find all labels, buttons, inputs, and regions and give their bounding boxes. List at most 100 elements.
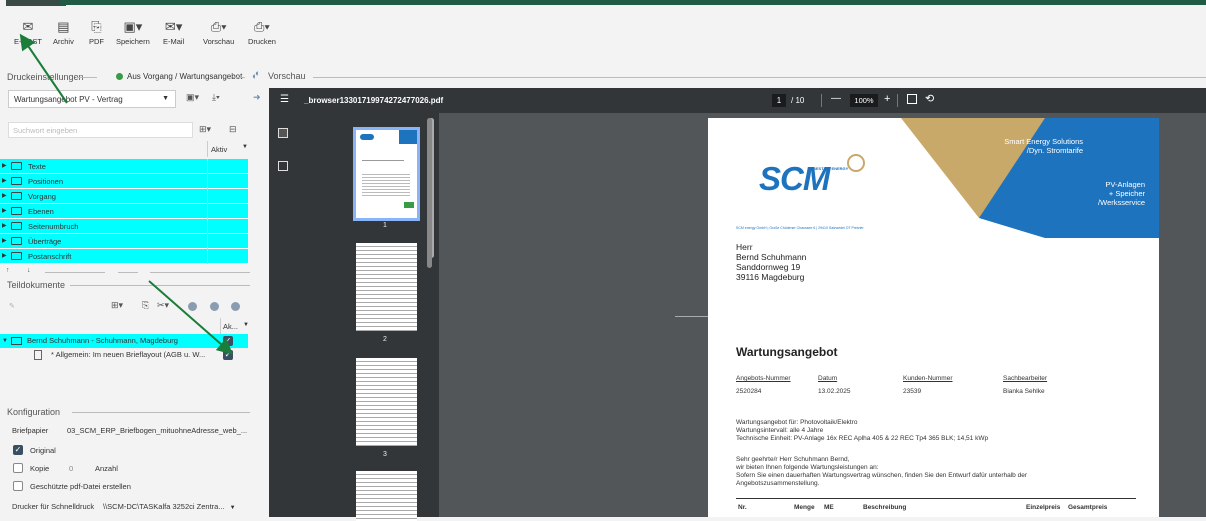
- speichern-button[interactable]: ▣▾ Speichern: [116, 20, 150, 47]
- tree-item[interactable]: ▶ Überträge: [0, 234, 248, 249]
- thumbnail-number: 2: [383, 336, 387, 343]
- tree-item[interactable]: ▶ Ebenen: [0, 204, 248, 219]
- table-rule: [736, 498, 1136, 499]
- body-line: wir bieten Ihnen folgende Wartungsleistu…: [736, 464, 879, 471]
- divider: [76, 77, 97, 78]
- thumbnail-number: 3: [383, 451, 387, 458]
- thumbnail-page-2[interactable]: [356, 243, 417, 331]
- rotate-icon[interactable]: ⟲: [925, 92, 934, 105]
- filter-icon[interactable]: ⊞▾: [199, 124, 211, 135]
- kopie-checkbox[interactable]: [13, 463, 23, 473]
- zoom-in-icon[interactable]: +: [884, 93, 890, 105]
- original-checkbox[interactable]: ✓: [13, 445, 23, 455]
- expand-arrow-icon[interactable]: ▶: [2, 174, 7, 189]
- aktiv-column-header[interactable]: Aktiv: [207, 141, 240, 157]
- document-icon[interactable]: ⎘: [142, 300, 149, 311]
- meta-value: 2520284: [736, 388, 762, 395]
- teil-row[interactable]: * Allgemein: Im neuen Brieflayout (AGB u…: [0, 348, 248, 362]
- tree-item[interactable]: ▶ Texte: [0, 159, 248, 174]
- divider: [72, 412, 250, 413]
- kopie-count-input[interactable]: 0: [69, 464, 73, 473]
- column-menu-icon[interactable]: ▼: [243, 322, 249, 328]
- filter-icon[interactable]: ⊞▾: [111, 300, 123, 311]
- menu-icon[interactable]: ☰: [280, 94, 289, 105]
- expand-arrow-icon[interactable]: ▶: [2, 204, 7, 219]
- aktiv-cell: [207, 189, 208, 204]
- expand-arrow-icon[interactable]: ▶: [2, 159, 7, 174]
- tools-icon[interactable]: ✂▾: [157, 300, 169, 311]
- expand-arrow-icon[interactable]: ▼: [2, 334, 8, 348]
- arrow-right-icon[interactable]: ➜: [253, 92, 261, 103]
- expand-arrow-icon[interactable]: ▶: [2, 189, 7, 204]
- druck-section-title: Druckeinstellungen: [7, 72, 84, 82]
- move-down-circle-icon[interactable]: [231, 302, 240, 311]
- scrollbar[interactable]: [427, 118, 432, 268]
- document-icon: [34, 350, 42, 360]
- meta-header: Kunden-Nummer: [903, 375, 953, 382]
- column-menu-icon[interactable]: ▼: [242, 144, 248, 150]
- drucker-label: Drucker für Schnelldruck: [12, 502, 95, 511]
- tree-item[interactable]: ▶ Positionen: [0, 174, 248, 189]
- save-template-icon[interactable]: ▣▾: [186, 92, 199, 103]
- tree-item-label: Ebenen: [28, 207, 54, 216]
- address-line: Sanddornweg 19: [736, 262, 801, 272]
- template-select[interactable]: Wartungsangebot PV - Vertrag ▼: [8, 90, 176, 108]
- expand-arrow-icon[interactable]: ▶: [2, 219, 7, 234]
- meta-value: Bianka Sehlke: [1003, 388, 1045, 395]
- export-template-icon[interactable]: ⤓▾: [212, 92, 220, 103]
- info-icon[interactable]: [188, 302, 197, 311]
- tree-item[interactable]: ▶ Seitenumbruch: [0, 219, 248, 234]
- thumbnail-page-1[interactable]: [353, 127, 420, 221]
- drucken-button[interactable]: ⎙▾ Drucken: [248, 20, 276, 47]
- edit-icon[interactable]: ✎: [9, 302, 15, 310]
- page-number-input[interactable]: 1: [772, 94, 786, 107]
- teil-row[interactable]: ▼ Bernd Schuhmann - Schuhmann, Magdeburg…: [0, 334, 248, 348]
- move-up-icon[interactable]: ↑: [6, 267, 10, 274]
- drucker-select[interactable]: \\SCM-DC\TASKalfa 3252ci Zentra... ▼: [103, 502, 236, 511]
- topbar-accent-line: [60, 0, 1206, 5]
- geschuetzt-checkbox[interactable]: [13, 481, 23, 491]
- move-up-circle-icon[interactable]: [210, 302, 219, 311]
- source-label-wrap: Aus Vorgang / Wartungsangebot: [116, 72, 242, 81]
- briefpapier-value[interactable]: 03_SCM_ERP_Briefbogen_mituohneAdresse_we…: [67, 426, 247, 435]
- teil-row-checkbox[interactable]: ✓: [223, 336, 233, 346]
- expand-arrow-icon[interactable]: ▶: [2, 249, 7, 264]
- aktiv-cell: [207, 234, 208, 249]
- banner-line: PV-Anlagen: [1105, 180, 1145, 189]
- thumbnail-page-3[interactable]: [356, 358, 417, 446]
- teil-row-checkbox[interactable]: ✓: [223, 350, 233, 360]
- expand-arrow-icon[interactable]: ▶: [2, 234, 7, 249]
- divider: [675, 316, 708, 317]
- aktiv-cell: [207, 249, 208, 264]
- pdf-button[interactable]: ⎘ PDF: [89, 20, 104, 47]
- tree-item-label: Positionen: [28, 177, 64, 186]
- email-icon: ✉▾: [164, 19, 183, 34]
- folder-icon: [11, 222, 22, 230]
- thumbnails-icon[interactable]: [278, 128, 288, 138]
- zoom-out-icon[interactable]: —: [831, 93, 841, 104]
- epost-button[interactable]: ✉ E-POST: [14, 19, 42, 47]
- tree-item[interactable]: ▶ Postanschrift: [0, 249, 248, 264]
- vorschau-button[interactable]: ⎙▾ Vorschau: [203, 20, 234, 47]
- tree-item[interactable]: ▶ Vorgang: [0, 189, 248, 204]
- search-input[interactable]: Suchwort eingeben: [8, 122, 193, 138]
- table-header: ME: [824, 504, 834, 511]
- divider: [118, 272, 138, 273]
- address-line: Herr: [736, 242, 753, 252]
- banner-text: PV-Anlagen + Speicher /Werksservice: [1098, 180, 1145, 207]
- collapse-icon[interactable]: ◐: [255, 68, 260, 78]
- move-down-icon[interactable]: ↓: [27, 267, 31, 274]
- archiv-button[interactable]: ▤ Archiv: [53, 20, 74, 47]
- list-filter-icon[interactable]: ⊟: [229, 124, 237, 135]
- folder-icon: [11, 192, 22, 200]
- email-button[interactable]: ✉▾ E-Mail: [163, 19, 184, 47]
- zoom-input[interactable]: 100%: [850, 94, 878, 107]
- pdf-viewer: ☰ _browser13301719974272477026.pdf 1 / 1…: [269, 88, 1206, 521]
- envelope-icon: ✉: [22, 19, 34, 34]
- body-line: Technische Einheit: PV-Anlage 16x REC Ap…: [736, 435, 989, 442]
- window-tab[interactable]: [6, 0, 66, 6]
- thumbnail-page-4[interactable]: [356, 471, 417, 521]
- ak-column-header[interactable]: Ak...: [220, 318, 242, 334]
- fit-page-icon[interactable]: [907, 94, 917, 104]
- outline-icon[interactable]: [278, 161, 288, 171]
